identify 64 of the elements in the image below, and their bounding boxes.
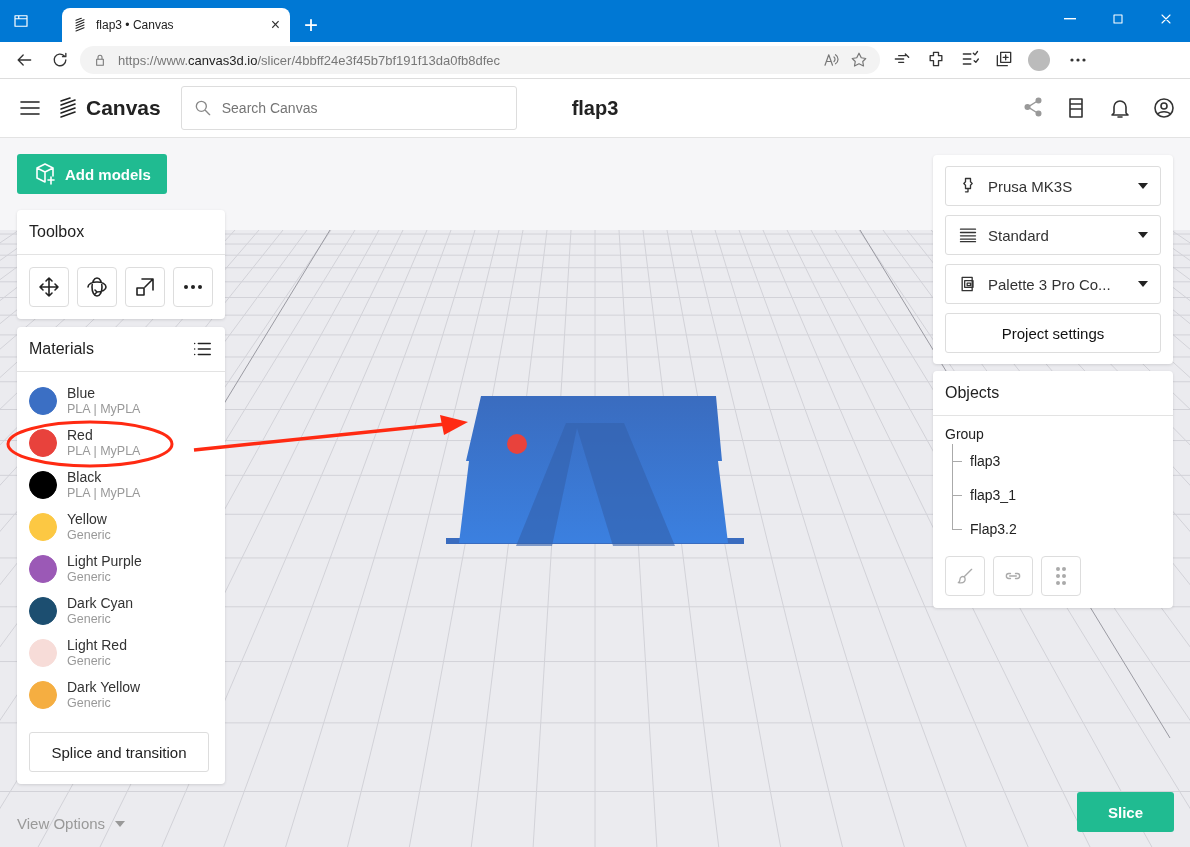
rotate-icon [85, 275, 109, 299]
material-name: Blue [67, 385, 97, 402]
material-type: Generic [67, 570, 112, 585]
grip-icon [1055, 567, 1067, 585]
tab-title: flap3 • Canvas [96, 18, 175, 32]
material-type: Generic [67, 696, 112, 711]
color-swatch[interactable] [29, 555, 57, 583]
tree-item[interactable]: Group [945, 424, 1161, 444]
material-name: Red [67, 427, 94, 444]
tree-item[interactable]: flap3 [970, 453, 1001, 469]
window-icon [12, 12, 30, 30]
material-name: Dark Yellow [67, 679, 141, 696]
color-swatch[interactable] [29, 597, 57, 625]
search-field[interactable]: Search Canvas [180, 86, 517, 130]
dropdown[interactable]: Standard [945, 215, 1161, 255]
tool-button[interactable] [173, 267, 213, 307]
collections-icon [994, 49, 1014, 69]
material-type: Generic [67, 654, 112, 669]
material-type: PLA | MyPLA [67, 486, 141, 501]
material-name: Light Purple [67, 553, 142, 570]
color-swatch[interactable] [29, 429, 57, 457]
favorite-icon [850, 51, 868, 69]
dropdown[interactable]: Palette 3 Pro Co... [945, 264, 1161, 304]
splice-button[interactable]: Splice and transition [29, 732, 209, 772]
address-bar[interactable]: https://www.canvas3d.io/slicer/4bbff24e3f45b7bf191f13da0fb8dfec [80, 46, 880, 74]
tool-button[interactable] [77, 267, 117, 307]
tool-button[interactable] [125, 267, 165, 307]
account-icon [1152, 96, 1176, 120]
more-icon [183, 284, 203, 290]
color-swatch[interactable] [29, 387, 57, 415]
tool-button[interactable] [29, 267, 69, 307]
scale-icon [133, 275, 157, 299]
minimize-icon[interactable] [1064, 18, 1076, 20]
tree-item[interactable]: flap3_1 [970, 487, 1016, 503]
material-name: Black [67, 469, 103, 486]
material-type: Generic [67, 612, 112, 627]
more-icon[interactable] [1070, 58, 1086, 62]
panel-title: Toolbox [29, 223, 85, 241]
material-name: Yellow [67, 511, 108, 528]
read-aloud-icon [822, 51, 840, 69]
material-type: PLA | MyPLA [67, 402, 141, 417]
color-swatch[interactable] [29, 471, 57, 499]
browser-tab[interactable]: flap3 • Canvas × [62, 8, 290, 42]
tree-item[interactable]: Flap3.2 [970, 521, 1017, 537]
material-type: PLA | MyPLA [67, 444, 141, 459]
project-settings-button[interactable]: Project settings [945, 313, 1161, 353]
close-tab-button[interactable]: × [270, 16, 280, 34]
logo-icon [72, 17, 88, 33]
share-icon[interactable] [1022, 96, 1044, 118]
dropdown[interactable]: Prusa MK3S [945, 166, 1161, 206]
color-swatch[interactable] [29, 681, 57, 709]
brush-icon [955, 566, 975, 586]
maximize-icon [1110, 11, 1126, 27]
url-text: https://www.canvas3d.io/slicer/4bbff24e3f45b7bf191f13da0fb8dfec [118, 52, 502, 68]
project-title: flap3 [570, 96, 620, 120]
material-name: Light Red [67, 637, 127, 654]
material-name: Dark Cyan [67, 595, 134, 612]
panel-title: Objects [945, 384, 1000, 402]
material-type: Generic [67, 528, 111, 543]
new-tab-button[interactable]: + [300, 8, 322, 42]
panel-title: Materials [29, 340, 94, 358]
move-icon [37, 275, 61, 299]
logo-text: Canvas [86, 96, 161, 120]
cube-add-icon [33, 162, 57, 186]
